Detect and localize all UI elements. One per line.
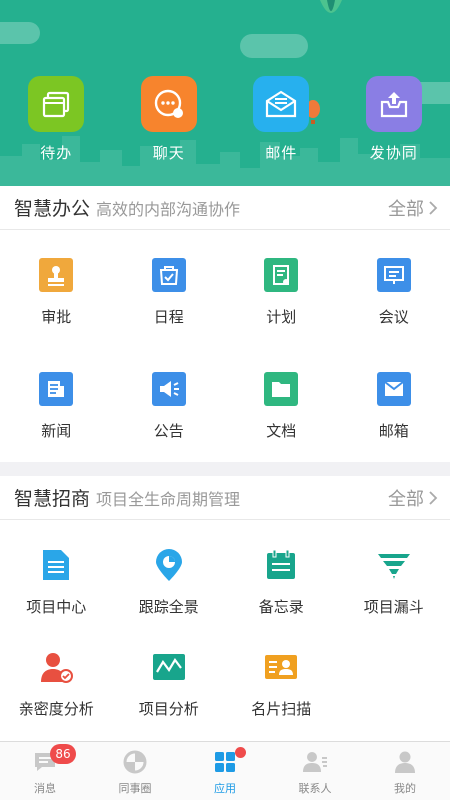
funnel-button[interactable]: 项目漏斗: [338, 520, 450, 630]
intimacy-button[interactable]: 亲密度分析: [0, 630, 113, 740]
investment-title: 智慧招商: [14, 488, 91, 510]
memo-icon: [264, 548, 298, 582]
meeting-icon: [376, 258, 411, 292]
memo-button[interactable]: 备忘录: [225, 520, 338, 630]
office-section-header: 智慧办公 高效的内部沟通协作 全部: [0, 186, 450, 230]
chat-button[interactable]: 聊天: [113, 76, 226, 163]
tab-messages[interactable]: 86 消息: [0, 742, 90, 800]
tab-profile[interactable]: 我的: [360, 742, 450, 800]
analysis-button[interactable]: 项目分析: [113, 630, 226, 740]
news-icon: [39, 372, 74, 406]
mail-label: 邮件: [265, 144, 298, 162]
schedule-label: 日程: [153, 308, 184, 326]
card-scan-icon: [264, 650, 298, 684]
office-title: 智慧办公: [14, 198, 91, 220]
meeting-button[interactable]: 会议: [338, 230, 450, 344]
message-badge: 86: [50, 744, 76, 764]
announcement-button[interactable]: 公告: [113, 344, 226, 458]
chat-label: 聊天: [152, 144, 185, 162]
bottom-tab-bar: 86 消息 同事圈 应用 联系人 我的: [0, 741, 450, 800]
mailbox-icon: [376, 372, 411, 406]
funnel-icon: [377, 548, 411, 582]
chevron-right-icon: [429, 490, 438, 505]
office-section: 智慧办公 高效的内部沟通协作 全部 审批 日程 计划 会议 新闻 公告 文档 邮…: [0, 186, 450, 462]
tab-moments[interactable]: 同事圈: [90, 742, 180, 800]
tab-moments-label: 同事圈: [118, 782, 152, 795]
tracking-icon: [152, 548, 186, 582]
funnel-label: 项目漏斗: [363, 598, 424, 616]
intimacy-icon: [39, 650, 74, 684]
approval-label: 审批: [41, 308, 72, 326]
collab-icon: [365, 76, 422, 132]
plan-icon: [264, 258, 299, 292]
announcement-icon: [151, 372, 186, 406]
todo-label: 待办: [40, 144, 73, 162]
document-label: 文档: [266, 422, 297, 440]
investment-subtitle: 项目全生命周期管理: [96, 489, 241, 509]
schedule-icon: [151, 258, 186, 292]
investment-all-label: 全部: [388, 488, 424, 510]
tab-profile-label: 我的: [394, 782, 416, 795]
contacts-icon: [303, 752, 327, 772]
investment-all-button[interactable]: 全部: [388, 485, 438, 511]
mail-icon: [253, 76, 310, 132]
plan-button[interactable]: 计划: [225, 230, 338, 344]
project-center-label: 项目中心: [26, 598, 87, 616]
investment-section-header: 智慧招商 项目全生命周期管理 全部: [0, 476, 450, 520]
todo-button[interactable]: 待办: [0, 76, 113, 163]
schedule-button[interactable]: 日程: [113, 230, 226, 344]
intimacy-label: 亲密度分析: [18, 700, 94, 718]
project-center-icon: [39, 548, 73, 582]
office-all-label: 全部: [388, 198, 424, 220]
collab-button[interactable]: 发协同: [338, 76, 450, 163]
news-button[interactable]: 新闻: [0, 344, 113, 458]
office-all-button[interactable]: 全部: [388, 195, 438, 221]
collab-label: 发协同: [369, 144, 418, 162]
approval-icon: [39, 258, 74, 292]
announcement-label: 公告: [153, 422, 184, 440]
tab-contacts[interactable]: 联系人: [270, 742, 360, 800]
header-banner: 待办 聊天 邮件 发协同: [0, 0, 450, 186]
todo-icon: [28, 76, 85, 132]
mailbox-label: 邮箱: [378, 422, 409, 440]
apps-notification-dot: [235, 747, 246, 758]
tab-contacts-label: 联系人: [298, 782, 332, 795]
analysis-label: 项目分析: [138, 700, 199, 718]
memo-label: 备忘录: [258, 598, 304, 616]
balloon-icon: [320, 0, 342, 13]
moments-icon: [123, 750, 147, 774]
investment-section: 智慧招商 项目全生命周期管理 全部 项目中心 跟踪全景 备忘录 项目漏斗 亲密度…: [0, 476, 450, 741]
cloud-decoration: [240, 34, 308, 58]
tab-apps-label: 应用: [214, 782, 236, 795]
news-label: 新闻: [41, 422, 72, 440]
tracking-label: 跟踪全景: [138, 598, 199, 616]
approval-button[interactable]: 审批: [0, 230, 113, 344]
card-scan-button[interactable]: 名片扫描: [225, 630, 338, 740]
document-button[interactable]: 文档: [225, 344, 338, 458]
cloud-decoration: [0, 22, 40, 44]
document-icon: [264, 372, 299, 406]
office-subtitle: 高效的内部沟通协作: [96, 199, 241, 219]
project-center-button[interactable]: 项目中心: [0, 520, 113, 630]
chevron-right-icon: [429, 200, 438, 215]
tab-messages-label: 消息: [34, 782, 56, 795]
meeting-label: 会议: [378, 308, 409, 326]
profile-icon: [395, 751, 415, 773]
apps-icon: [215, 752, 235, 772]
chat-icon: [140, 76, 197, 132]
tab-apps[interactable]: 应用: [180, 742, 270, 800]
analysis-icon: [152, 650, 186, 684]
mail-button[interactable]: 邮件: [225, 76, 338, 163]
card-scan-label: 名片扫描: [251, 700, 312, 718]
plan-label: 计划: [266, 308, 297, 326]
mailbox-button[interactable]: 邮箱: [338, 344, 450, 458]
tracking-button[interactable]: 跟踪全景: [113, 520, 226, 630]
